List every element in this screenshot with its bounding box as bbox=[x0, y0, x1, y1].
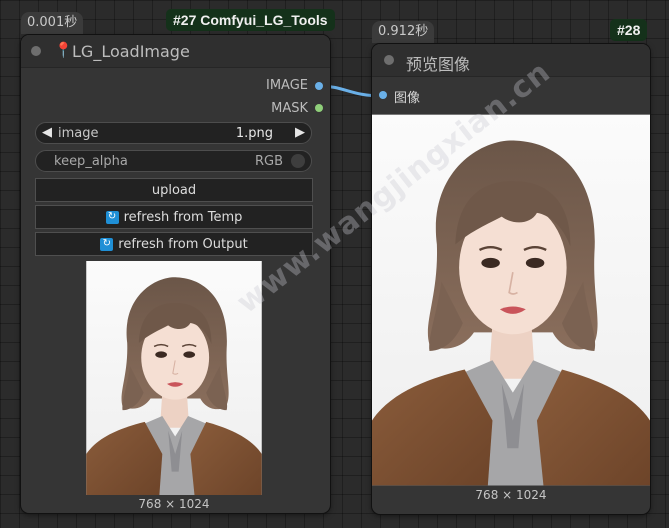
image-widget-value: 1.png bbox=[235, 126, 273, 141]
refresh-temp-label: refresh from Temp bbox=[123, 209, 243, 225]
refresh-from-output-button[interactable]: ↻ refresh from Output bbox=[35, 232, 313, 256]
node27-header[interactable]: 📍 LG_LoadImage bbox=[21, 35, 330, 68]
collapse-toggle[interactable] bbox=[31, 46, 41, 56]
output-mask-port[interactable] bbox=[315, 104, 323, 112]
output-image-port[interactable] bbox=[315, 82, 323, 90]
node-title: 预览图像 bbox=[406, 55, 471, 74]
arrow-left-icon[interactable]: ◀ bbox=[42, 125, 52, 140]
upload-button-label: upload bbox=[151, 182, 197, 198]
upload-button[interactable]: upload bbox=[35, 178, 313, 202]
image-widget-label: image bbox=[58, 126, 99, 141]
pin-icon: 📍 bbox=[54, 41, 73, 59]
refresh-icon: ↻ bbox=[100, 237, 114, 251]
output-mask-label: MASK bbox=[271, 101, 308, 116]
refresh-from-temp-button[interactable]: ↻ refresh from Temp bbox=[35, 205, 313, 229]
refresh-output-label: refresh from Output bbox=[118, 236, 248, 252]
arrow-right-icon[interactable]: ▶ bbox=[295, 125, 305, 140]
image-size-label: 768 × 1024 bbox=[138, 497, 210, 511]
node27-id-badge: #27 Comfyui_LG_Tools bbox=[166, 9, 335, 31]
input-image-port[interactable] bbox=[379, 91, 387, 99]
keep-alpha-value: RGB bbox=[254, 154, 283, 169]
node-title: LG_LoadImage bbox=[72, 42, 190, 61]
input-image-label: 图像 bbox=[394, 91, 421, 106]
refresh-icon: ↻ bbox=[105, 210, 119, 224]
keep-alpha-label: keep_alpha bbox=[54, 154, 128, 169]
node28-time-badge: 0.912秒 bbox=[372, 21, 435, 43]
image-combo-widget[interactable]: ◀ image 1.png ▶ bbox=[35, 122, 312, 144]
node28-id-badge: #28 bbox=[610, 19, 648, 41]
collapse-toggle[interactable] bbox=[384, 55, 394, 65]
toggle-icon[interactable] bbox=[291, 154, 305, 168]
node27-time-badge: 0.001秒 bbox=[21, 12, 84, 34]
output-image-label: IMAGE bbox=[265, 78, 308, 93]
preview-image-size-label: 768 × 1024 bbox=[475, 488, 547, 502]
keep-alpha-toggle[interactable]: keep_alpha RGB bbox=[35, 150, 312, 172]
